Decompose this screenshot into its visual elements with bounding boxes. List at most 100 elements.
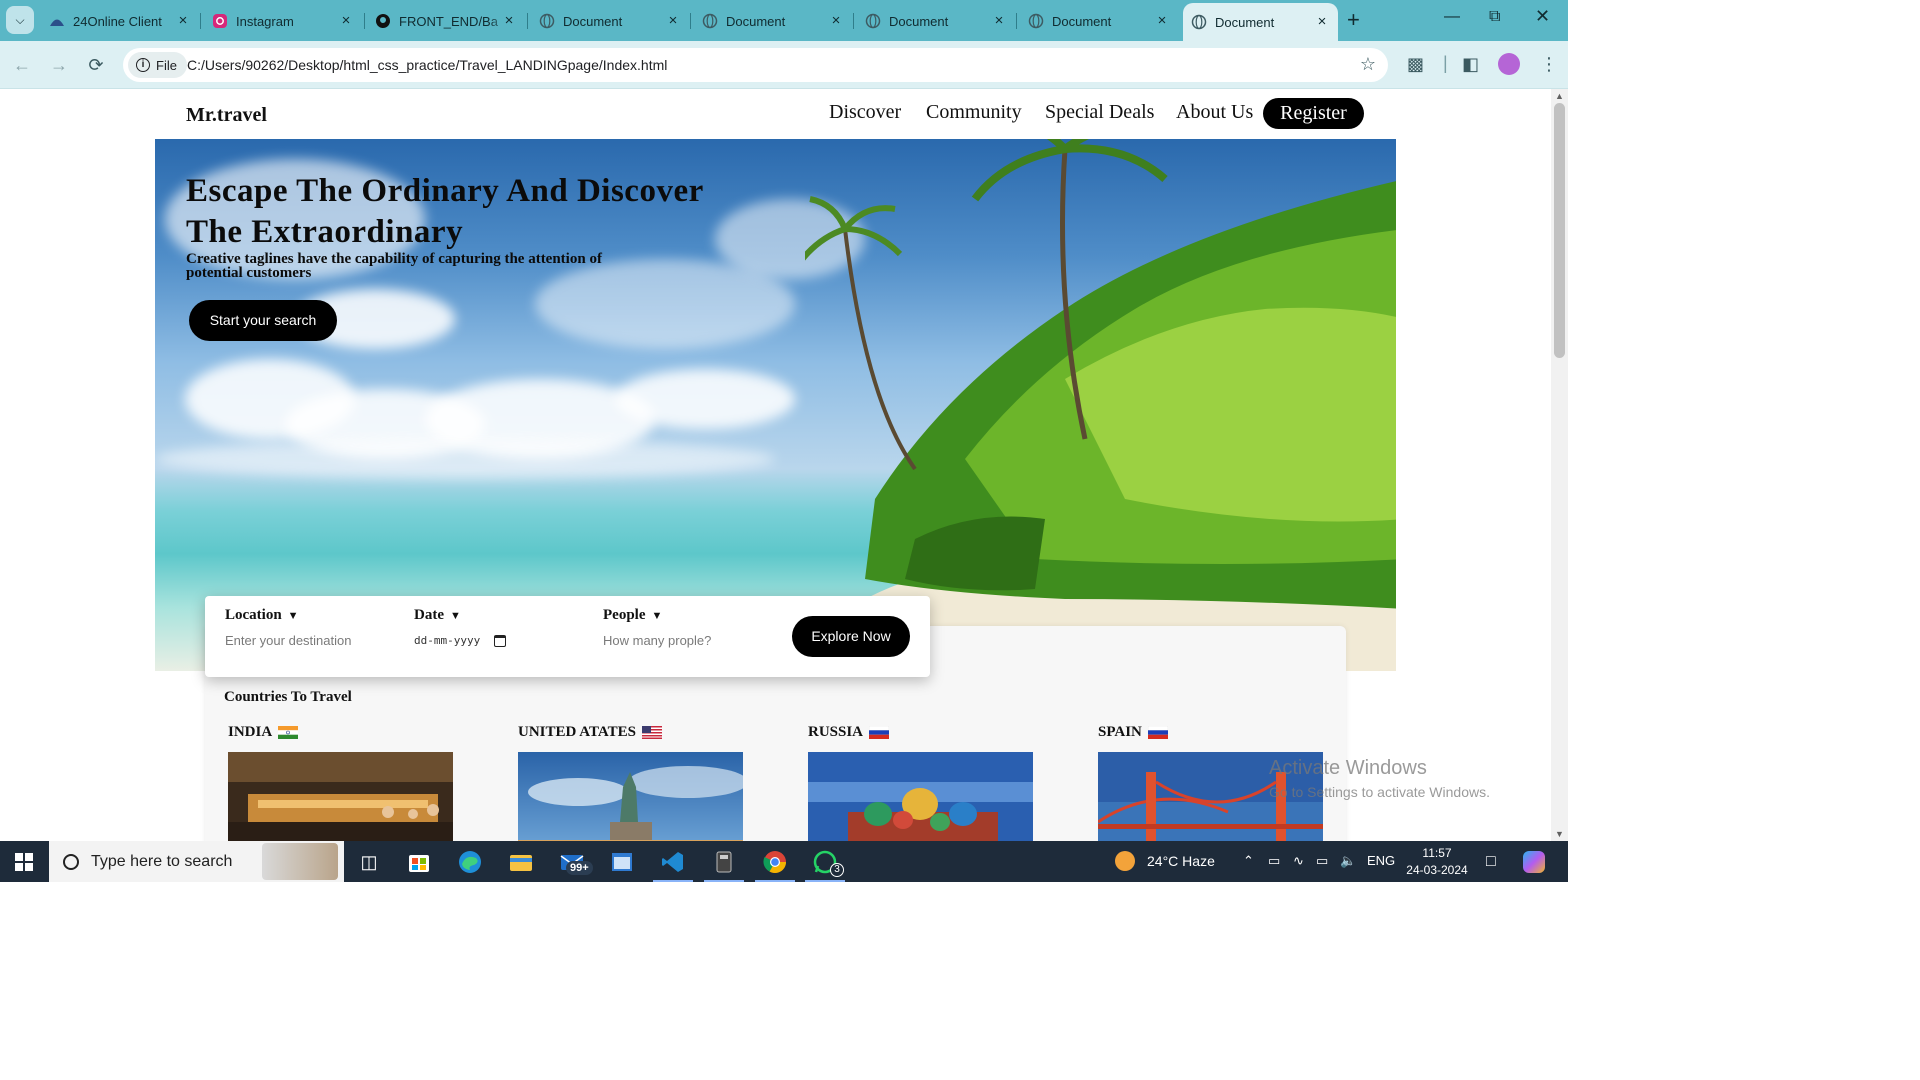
country-title-spain: SPAIN [1098,724,1168,741]
globe-icon [702,13,718,29]
nav-special-deals[interactable]: Special Deals [1045,101,1154,124]
device-icon[interactable]: ▭ [1268,853,1280,869]
page-viewport: Mr.travel Discover Community Special Dea… [0,89,1551,841]
minimize-icon[interactable]: — [1444,8,1460,26]
side-panel-icon[interactable]: ◧ [1462,54,1479,75]
volume-icon[interactable]: 🔈 [1340,853,1356,869]
browser-tab[interactable]: FRONT_END/Ba × [375,7,525,35]
nav-community[interactable]: Community [926,101,1022,124]
chevron-up-icon[interactable]: ⌃ [1243,853,1254,869]
chrome-icon[interactable] [760,847,790,877]
browser-tab[interactable]: Document × [702,7,852,35]
caret-down-icon: ▼ [651,609,663,622]
forward-icon[interactable]: → [49,55,69,75]
scroll-up-icon[interactable]: ▲ [1555,91,1564,101]
russia-flag-icon [1147,726,1168,739]
saint-basils-cathedral-image[interactable] [808,752,1033,841]
globe-icon [539,13,555,29]
scroll-down-icon[interactable]: ▼ [1555,829,1564,839]
copilot-icon[interactable] [1523,851,1545,873]
search-highlight-image [262,843,338,880]
hero-title: Escape The Ordinary And Discover The Ext… [186,173,704,250]
people-field: People ▼ [603,607,753,650]
tab-search-button[interactable]: ⌵ [6,6,34,34]
close-icon[interactable]: × [991,13,1007,29]
browser-tab[interactable]: 24Online Client × [49,7,199,35]
browser-toolbar: ← → ⟳ i File C:/Users/90262/Desktop/html… [0,41,1568,89]
info-icon: i [136,58,150,72]
task-view-icon[interactable]: ◫ [354,847,384,877]
microsoft-store-icon[interactable] [404,847,434,877]
browser-tab-bar: ⌵ 24Online Client × Instagram × FRONT_EN… [0,0,1568,41]
russia-flag-icon [869,726,890,739]
date-input[interactable]: dd-mm-yyyy [414,634,507,647]
browser-tab[interactable]: Document × [1028,7,1178,35]
address-bar[interactable]: i File C:/Users/90262/Desktop/html_css_p… [123,48,1388,82]
vscode-icon[interactable] [658,847,688,877]
url-text[interactable]: C:/Users/90262/Desktop/html_css_practice… [187,57,667,73]
extensions-icon[interactable]: ▩ [1407,54,1424,75]
location-input[interactable] [225,633,375,648]
site-info-chip[interactable]: i File [128,52,187,78]
browser-tab-active[interactable]: Document × [1183,3,1338,41]
start-search-button[interactable]: Start your search [189,300,337,341]
caret-down-icon: ▼ [450,609,461,622]
whatsapp-badge: 3 [830,863,844,877]
notification-icon[interactable]: □ [1486,853,1496,871]
globe-icon [1028,13,1044,29]
avatar[interactable] [1498,53,1520,75]
calculator-icon[interactable] [709,847,739,877]
nav-discover[interactable]: Discover [829,101,901,124]
search-icon [63,853,79,870]
hero-banner: Escape The Ordinary And Discover The Ext… [155,139,1396,671]
close-icon[interactable]: × [1314,14,1330,30]
activate-windows-watermark: Activate Windows Go to Settings to activ… [1269,757,1490,800]
windows-start-icon[interactable] [15,853,33,876]
page-scrollbar[interactable]: ▲ ▼ [1551,89,1568,841]
people-input[interactable] [603,633,753,648]
browser-tab[interactable]: Document × [865,7,1015,35]
close-icon[interactable]: × [828,13,844,29]
clock[interactable]: 11:57 24-03-2024 [1402,845,1472,879]
calendar-icon[interactable] [494,634,507,647]
browser-tab[interactable]: Instagram × [212,7,362,35]
language-indicator[interactable]: ENG [1367,853,1395,868]
battery-icon[interactable]: ▭ [1316,853,1328,869]
close-window-icon[interactable]: ✕ [1535,6,1550,27]
wifi-icon[interactable]: ∿ [1293,853,1304,869]
close-icon[interactable]: × [338,13,354,29]
app-window-icon[interactable] [607,847,637,877]
date-field: Date ▼ dd-mm-yyyy [414,607,507,647]
file-explorer-icon[interactable] [506,847,536,877]
edge-icon[interactable] [455,847,485,877]
statue-of-liberty-image[interactable] [518,752,743,841]
nav-about-us[interactable]: About Us [1176,101,1253,124]
globe-icon [865,13,881,29]
register-button[interactable]: Register [1263,98,1364,129]
new-tab-button[interactable]: + [1347,9,1360,31]
browser-tab[interactable]: Document × [539,7,689,35]
close-icon[interactable]: × [1154,13,1170,29]
close-icon[interactable]: × [665,13,681,29]
taskbar-search-box[interactable]: Type here to search [49,841,344,882]
menu-icon[interactable]: ⋮ [1540,54,1558,75]
close-icon[interactable]: × [175,13,191,29]
hero-tagline: Creative taglines have the capability of… [186,251,602,281]
restore-icon[interactable]: ⧉ [1489,8,1500,26]
palm-island-image [805,139,1396,671]
back-icon[interactable]: ← [12,55,32,75]
weather-icon[interactable] [1115,851,1135,871]
scrollbar-thumb[interactable] [1554,103,1565,358]
close-icon[interactable]: × [501,13,517,29]
instagram-icon [212,13,228,29]
brand-logo[interactable]: Mr.travel [186,104,267,127]
location-field: Location ▼ [225,607,375,650]
bookmark-star-icon[interactable]: ☆ [1360,54,1376,75]
explore-now-button[interactable]: Explore Now [792,616,910,657]
india-train-image[interactable] [228,752,453,841]
search-form: Location▼ Date▼ dd-mm-yyyy People▼ Explo… [205,596,930,677]
country-title-india: INDIA [228,724,299,741]
reload-icon[interactable]: ⟳ [86,55,106,75]
windows-taskbar: Type here to search ◫ 99+ 3 24°C Haze ⌃ … [0,841,1568,882]
weather-text[interactable]: 24°C Haze [1147,853,1215,869]
